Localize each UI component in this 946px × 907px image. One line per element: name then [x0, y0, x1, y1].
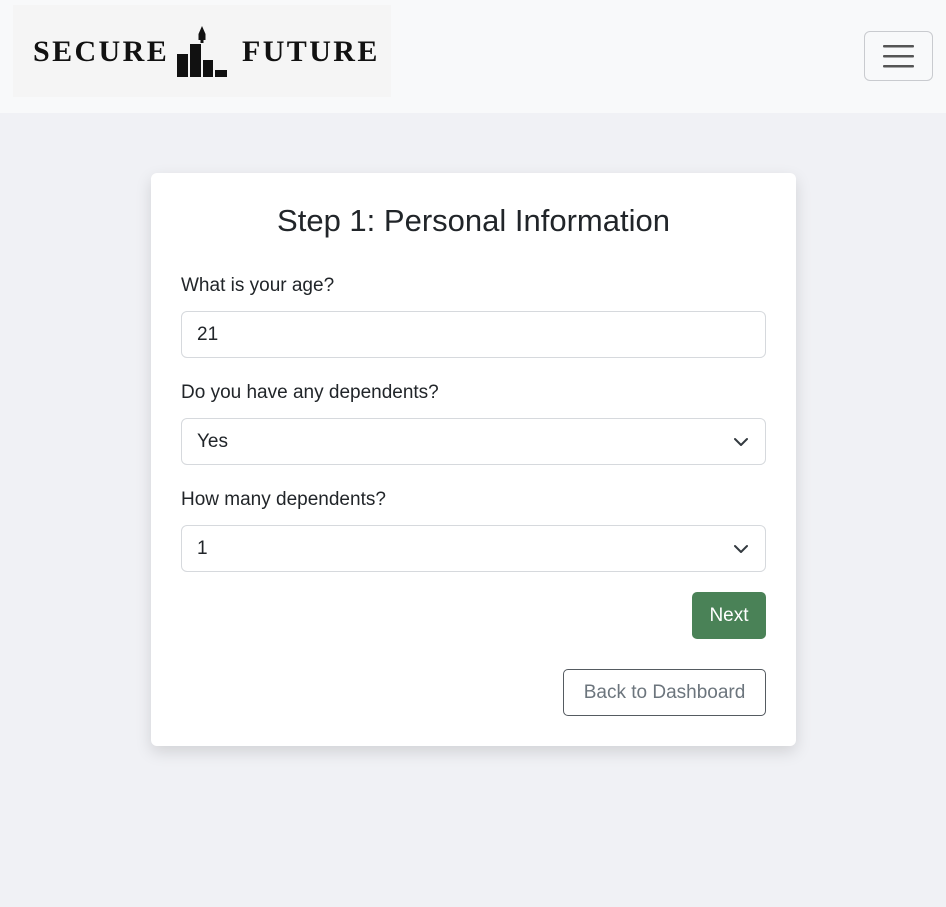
chevron-down-icon: [734, 438, 748, 446]
dependents-selected-value: Yes: [197, 431, 228, 452]
brand-word-right: FUTURE: [242, 35, 380, 68]
dependents-select[interactable]: Yes: [181, 418, 766, 465]
age-label: What is your age?: [181, 275, 335, 296]
hamburger-menu-icon: [883, 45, 914, 68]
navbar: SECURE FUTURE: [0, 0, 946, 113]
dependents-count-select[interactable]: 1: [181, 525, 766, 572]
brand-logo[interactable]: SECURE FUTURE: [13, 5, 391, 97]
personal-info-card: Step 1: Personal Information What is you…: [151, 173, 796, 746]
dependents-count-label: How many dependents?: [181, 489, 386, 510]
navbar-toggle-button[interactable]: [864, 31, 933, 81]
bar-chart-rocket-icon: [177, 26, 227, 77]
age-input[interactable]: 21: [181, 311, 766, 358]
next-button[interactable]: Next: [692, 592, 766, 639]
chevron-down-icon: [734, 545, 748, 553]
dependents-count-selected-value: 1: [197, 538, 208, 559]
brand-word-left: SECURE: [33, 35, 170, 68]
back-to-dashboard-button[interactable]: Back to Dashboard: [563, 669, 766, 716]
dependents-label: Do you have any dependents?: [181, 382, 439, 403]
page-title: Step 1: Personal Information: [277, 203, 670, 238]
age-input-value: 21: [197, 324, 219, 345]
